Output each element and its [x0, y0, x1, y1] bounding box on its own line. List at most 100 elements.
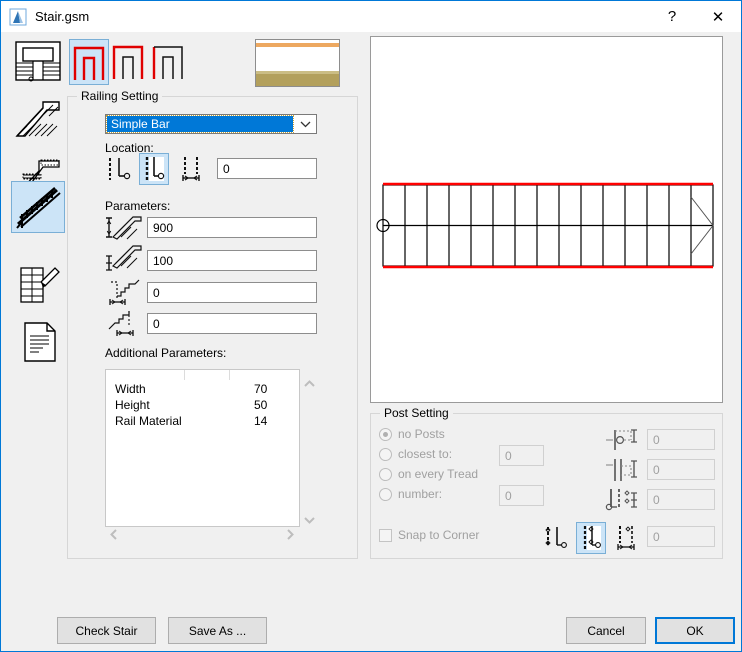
sidebar: [2, 32, 68, 602]
location-offset-icon: [182, 157, 200, 181]
thumbnail-bottom-band: [256, 74, 339, 86]
post-align-center-icon: [583, 526, 601, 550]
shape-button-railing-left-side[interactable]: [109, 39, 149, 85]
shape-button-railing-right-side[interactable]: [149, 39, 189, 85]
shape-button-railing-both-sides[interactable]: [69, 39, 109, 85]
radio-dot: [379, 447, 392, 461]
railing-height-field[interactable]: 900: [147, 217, 317, 238]
scroll-left-arrow[interactable]: [110, 529, 118, 542]
stair-preview-drawing: [376, 182, 714, 269]
location-inner-icon: [145, 157, 165, 181]
stair-plan-drawing: [376, 182, 714, 269]
row-label: Height: [115, 398, 150, 412]
title-bar-buttons: ? ✕: [649, 1, 741, 32]
railing-end-offset-icon: [105, 309, 141, 337]
sidebar-item-stair-plan[interactable]: [11, 37, 65, 89]
railing-height-icon: [105, 213, 142, 241]
railing-right-side-icon: [152, 46, 183, 79]
radio-label: closest to:: [398, 447, 453, 461]
additional-parameters-label: Additional Parameters:: [105, 346, 227, 360]
post-align-offset-button[interactable]: [611, 522, 641, 554]
post-setting-title: Post Setting: [380, 406, 453, 420]
railing-type-combo[interactable]: Simple Bar: [105, 114, 317, 134]
additional-parameters-list[interactable]: Width 70 Height 50 Rail Material 14: [105, 369, 300, 527]
stair-preview[interactable]: [370, 36, 723, 403]
stair-plan-icon: [15, 41, 61, 82]
location-button-offset[interactable]: [176, 153, 206, 185]
railing-rail-height-field[interactable]: 100: [147, 250, 317, 271]
stair-symbol-icon: [20, 267, 60, 303]
close-button[interactable]: ✕: [695, 1, 741, 32]
sidebar-item-stair-symbol[interactable]: [11, 260, 65, 312]
location-button-inner[interactable]: [139, 153, 169, 185]
railing-start-offset-icon: [105, 278, 141, 306]
post-width-field[interactable]: 0: [647, 429, 715, 450]
check-stair-button[interactable]: Check Stair: [57, 617, 156, 644]
railing-end-offset-field[interactable]: 0: [147, 313, 317, 334]
location-button-outer[interactable]: [105, 153, 135, 185]
row-label: Rail Material: [115, 414, 182, 428]
row-label: Width: [115, 382, 146, 396]
sidebar-item-stair-listing[interactable]: [11, 317, 65, 369]
radio-label: number:: [398, 487, 443, 501]
row-value: 50: [254, 398, 268, 412]
thumbnail-top-stripe: [256, 43, 339, 47]
checkbox-box: [379, 528, 392, 542]
chevron-down-icon: [294, 115, 316, 133]
post-spacing-field[interactable]: 0: [647, 489, 715, 510]
radio-on-every-tread[interactable]: on every Tread: [379, 467, 478, 481]
radio-dot: [379, 467, 392, 481]
radio-label: on every Tread: [398, 467, 479, 481]
stair-settings-dialog: Stair.gsm ? ✕ Railing Setting Simple Bar…: [0, 0, 742, 652]
radio-dot: [379, 487, 392, 501]
post-align-outer-icon: [545, 527, 567, 548]
location-outer-icon: [109, 158, 131, 180]
scroll-up-arrow[interactable]: [304, 377, 315, 390]
post-height-icon: [603, 457, 639, 485]
help-button[interactable]: ?: [649, 1, 695, 32]
scroll-down-arrow[interactable]: [304, 513, 315, 526]
post-align-field[interactable]: 0: [647, 526, 715, 547]
scroll-right-arrow[interactable]: [286, 529, 294, 542]
post-width-icon: [603, 427, 639, 455]
radio-label: no Posts: [398, 427, 445, 441]
railing-preview-thumbnail: [255, 39, 340, 87]
radio-closest-to[interactable]: closest to:: [379, 447, 452, 461]
radio-dot: [379, 427, 392, 441]
ok-button[interactable]: OK: [655, 617, 735, 644]
stair-railing-icon: [16, 187, 61, 229]
sidebar-item-stair-section[interactable]: [11, 94, 65, 146]
railing-type-value: Simple Bar: [106, 115, 294, 133]
stair-listing-icon: [24, 322, 56, 362]
number-field[interactable]: 0: [499, 485, 544, 506]
closest-to-field[interactable]: 0: [499, 445, 544, 466]
post-spacing-icon: [603, 487, 639, 515]
snap-to-corner-label: Snap to Corner: [398, 528, 480, 542]
railing-setting-title: Railing Setting: [77, 89, 163, 103]
row-value: 14: [254, 414, 268, 428]
radio-no-posts[interactable]: no Posts: [379, 427, 445, 441]
post-align-offset-icon: [617, 526, 635, 550]
cancel-button[interactable]: Cancel: [566, 617, 646, 644]
window-title: Stair.gsm: [35, 9, 90, 24]
sidebar-item-stair-railing[interactable]: [11, 181, 65, 233]
list-column-separator: [184, 370, 185, 380]
railing-both-sides-icon: [73, 46, 105, 80]
row-value: 70: [254, 382, 268, 396]
app-icon: [9, 8, 27, 26]
save-as-button[interactable]: Save As ...: [168, 617, 267, 644]
location-offset-field[interactable]: 0: [217, 158, 317, 179]
post-align-center-button[interactable]: [576, 522, 606, 554]
railing-start-offset-field[interactable]: 0: [147, 282, 317, 303]
post-align-outer-button[interactable]: [542, 522, 572, 554]
table-row[interactable]: Rail Material 14: [106, 413, 299, 432]
stair-section-icon: [15, 101, 60, 137]
snap-to-corner-checkbox[interactable]: Snap to Corner: [379, 528, 479, 542]
list-column-separator: [229, 370, 230, 380]
railing-left-side-icon: [112, 45, 144, 79]
parameters-label: Parameters:: [105, 199, 171, 213]
title-bar: Stair.gsm ? ✕: [1, 1, 741, 32]
post-height-field[interactable]: 0: [647, 459, 715, 480]
radio-number[interactable]: number:: [379, 487, 442, 501]
railing-rail-height-icon: [105, 244, 142, 272]
